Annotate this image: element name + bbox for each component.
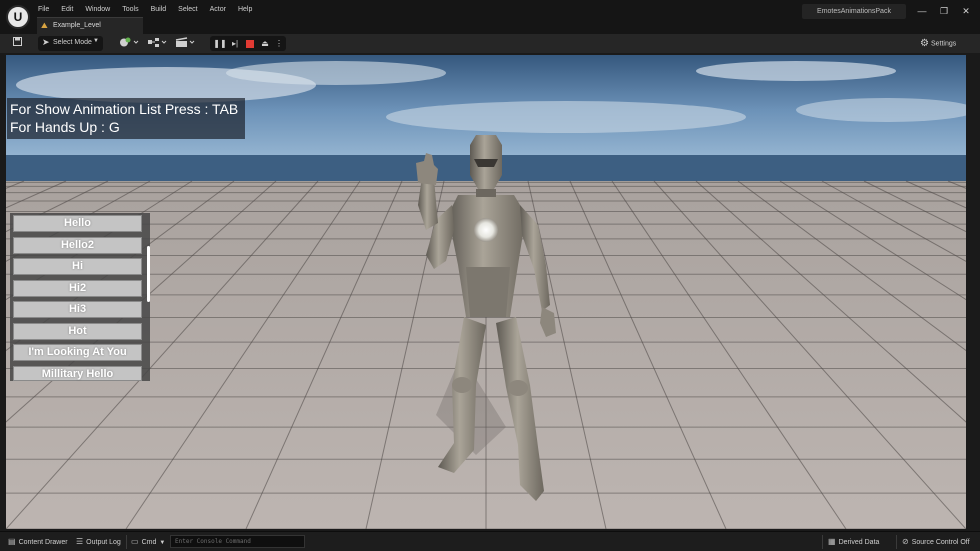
menu-actor[interactable]: Actor — [204, 4, 232, 15]
more-options-icon[interactable]: ⋮ — [272, 36, 286, 51]
source-control-icon: ⊘ — [902, 537, 909, 546]
terminal-icon: ▭ — [131, 537, 139, 546]
content-drawer-label: Content Drawer — [18, 539, 68, 546]
chevron-down-icon: ▼ — [93, 38, 99, 44]
animation-list-scrollbar[interactable] — [147, 246, 150, 302]
animation-button-hello2[interactable]: Hello2 — [13, 236, 142, 254]
cinematics-icon[interactable] — [174, 37, 196, 50]
animation-button-hot[interactable]: Hot — [13, 322, 142, 340]
blueprint-icon[interactable] — [146, 37, 168, 50]
play-controls: ❚❚ ▸| ⏏ ⋮ — [210, 36, 286, 51]
output-log-label: Output Log — [86, 539, 121, 546]
content-drawer-icon: ▤ — [8, 537, 16, 546]
level-icon: ⛰ — [41, 21, 48, 30]
settings-button[interactable]: ⚙ Settings — [920, 38, 956, 49]
chevron-down-icon: ▼ — [159, 540, 166, 546]
derived-data-label: Derived Data — [838, 539, 880, 546]
select-mode-dropdown[interactable]: ➤ Select Mode ▼ — [38, 36, 103, 51]
cloud — [226, 61, 446, 85]
divider — [126, 535, 127, 549]
animation-button-looking-at-you[interactable]: I'm Looking At You — [13, 344, 142, 361]
main-toolbar: ➤ Select Mode ▼ ❚❚ ▸| ⏏ ⋮ ⚙ Settings — [0, 34, 980, 53]
derived-data-button[interactable]: ▦ Derived Data — [828, 537, 879, 546]
add-actor-icon[interactable] — [118, 37, 140, 50]
hud-line-hands-up: For Hands Up : G — [10, 119, 120, 135]
cloud — [696, 61, 896, 81]
settings-label: Settings — [930, 40, 957, 48]
save-icon[interactable] — [10, 37, 24, 50]
hud-instructions: For Show Animation List Press : TAB For … — [7, 98, 245, 139]
animation-button-military-hello[interactable]: Millitary Hello — [13, 365, 142, 381]
output-log-icon: ☰ — [76, 537, 84, 546]
source-control-label: Source Control Off — [911, 539, 970, 546]
menu-window[interactable]: Window — [79, 4, 116, 15]
hud-line-tab: For Show Animation List Press : TAB — [10, 101, 239, 117]
tab-example-level[interactable]: ⛰ Example_Level — [37, 17, 143, 34]
divider — [822, 535, 823, 549]
cmd-label: Cmd — [141, 539, 157, 546]
restore-button[interactable]: ❐ — [933, 4, 955, 19]
animation-button-hello[interactable]: Hello — [13, 215, 142, 232]
cloud — [386, 101, 746, 133]
console-command-input[interactable] — [170, 535, 305, 548]
level-tab-label: Example_Level — [53, 22, 101, 29]
divider — [896, 535, 897, 549]
frame-skip-icon[interactable]: ▸| — [228, 36, 242, 51]
minimize-button[interactable]: — — [911, 4, 933, 19]
menu-select[interactable]: Select — [172, 4, 203, 15]
cmd-dropdown[interactable]: ▭ Cmd ▼ — [131, 537, 165, 546]
status-bar: ▤Content Drawer ☰Output Log ▭Cmd▼ ▦Deriv… — [0, 531, 980, 551]
source-control-button[interactable]: ⊘ Source Control Off — [902, 537, 970, 546]
menu-help[interactable]: Help — [232, 4, 258, 15]
animation-button-hi[interactable]: Hi — [13, 258, 142, 275]
project-name-badge: EmotesAnimationsPack — [802, 4, 906, 19]
pause-icon[interactable]: ❚❚ — [213, 36, 227, 51]
animation-list: Hello Hello2 Hi Hi2 Hi3 Hot I'm Looking … — [10, 213, 150, 381]
animation-button-hi3[interactable]: Hi3 — [13, 301, 142, 318]
chest-light — [474, 218, 498, 242]
eject-icon[interactable]: ⏏ — [258, 36, 272, 51]
animation-button-hi2[interactable]: Hi2 — [13, 279, 142, 297]
cursor-icon: ➤ — [42, 37, 50, 47]
close-button[interactable]: ✕ — [955, 4, 977, 19]
menu-tools[interactable]: Tools — [116, 4, 144, 15]
content-drawer-button[interactable]: ▤ Content Drawer — [8, 537, 68, 546]
output-log-button[interactable]: ☰ Output Log — [76, 537, 121, 546]
stop-icon[interactable] — [243, 36, 257, 51]
menu-build[interactable]: Build — [145, 4, 173, 15]
unreal-engine-logo[interactable]: U — [6, 5, 30, 29]
title-bar: U File Edit Window Tools Build Select Ac… — [0, 0, 980, 34]
level-viewport[interactable]: For Show Animation List Press : TAB For … — [6, 55, 966, 529]
select-mode-label: Select Mode — [53, 39, 92, 46]
main-menu: File Edit Window Tools Build Select Acto… — [32, 4, 258, 15]
gear-icon: ⚙ — [920, 38, 929, 49]
menu-file[interactable]: File — [32, 4, 55, 15]
viewport-frame: For Show Animation List Press : TAB For … — [0, 53, 980, 531]
menu-edit[interactable]: Edit — [55, 4, 79, 15]
derived-data-icon: ▦ — [828, 537, 836, 546]
